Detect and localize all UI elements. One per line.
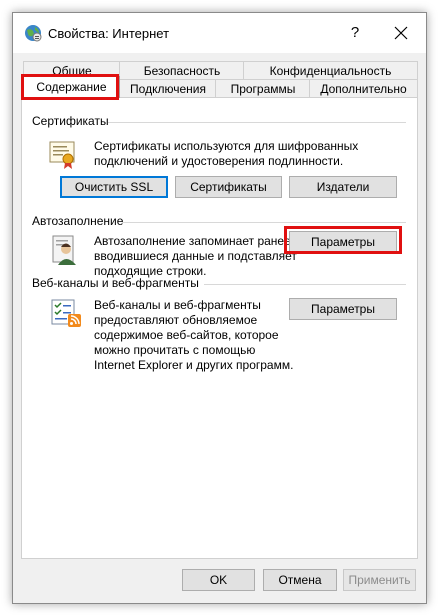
feeds-group-title: Веб-каналы и веб-фрагменты (32, 276, 199, 290)
autocomplete-settings-button[interactable]: Параметры (289, 231, 397, 253)
content-tab-panel: Сертификаты Сертификаты используются для… (21, 97, 418, 559)
tab-programs[interactable]: Программы (215, 79, 311, 98)
feeds-icon (51, 299, 81, 327)
certificates-group-title: Сертификаты (32, 114, 109, 128)
help-button[interactable]: ? (343, 21, 367, 45)
feeds-description: Веб-каналы и веб-фрагменты предоставляют… (94, 298, 293, 373)
tab-privacy[interactable]: Конфиденциальность (243, 61, 418, 80)
autocomplete-description: Автозаполнение запоминает ранее вводивши… (94, 234, 297, 279)
apply-button[interactable]: Применить (343, 569, 416, 591)
autocomplete-group-title: Автозаполнение (32, 214, 124, 228)
description-line: Сертификаты используются для шифрованных (94, 139, 359, 153)
title-bar: Свойства: Интернет ? (13, 13, 426, 53)
certificates-button[interactable]: Сертификаты (175, 176, 282, 198)
window-title: Свойства: Интернет (48, 26, 170, 41)
internet-globe-icon (25, 25, 42, 42)
cancel-button[interactable]: Отмена (263, 569, 337, 591)
certificate-icon (49, 141, 75, 169)
tab-label: Конфиденциальность (269, 64, 392, 78)
tab-label: Дополнительно (320, 82, 407, 96)
clear-ssl-button[interactable]: Очистить SSL (60, 176, 168, 198)
description-line: подключений и удостоверения подлинности. (94, 154, 344, 168)
internet-properties-dialog: Свойства: Интернет ? Общие Безопасность … (12, 12, 427, 604)
description-line: Автозаполнение запоминает ранее (94, 234, 291, 248)
autocomplete-icon (52, 235, 76, 265)
tab-label: Подключения (130, 82, 206, 96)
tab-label: Содержание (36, 80, 107, 94)
description-line: предоставляют обновляемое (94, 313, 258, 327)
divider (122, 222, 406, 223)
description-line: можно прочитать с помощью (94, 343, 256, 357)
description-line: вводившиеся данные и подставляет (94, 249, 297, 263)
tab-label: Программы (230, 82, 296, 96)
tab-label: Безопасность (143, 64, 221, 78)
description-line: Internet Explorer и других программ. (94, 358, 294, 372)
publishers-button[interactable]: Издатели (289, 176, 397, 198)
tab-security[interactable]: Безопасность (119, 61, 245, 80)
feeds-settings-button[interactable]: Параметры (289, 298, 397, 320)
divider (204, 284, 406, 285)
close-icon[interactable] (389, 21, 413, 45)
tab-advanced[interactable]: Дополнительно (309, 79, 418, 98)
ok-button[interactable]: OK (182, 569, 255, 591)
tab-connections[interactable]: Подключения (119, 79, 217, 98)
description-line: содержимое веб-сайтов, которое (94, 328, 279, 342)
tab-content[interactable]: Содержание (23, 76, 120, 98)
description-line: Веб-каналы и веб-фрагменты (94, 298, 261, 312)
divider (108, 122, 406, 123)
certificates-description: Сертификаты используются для шифрованных… (94, 139, 358, 169)
